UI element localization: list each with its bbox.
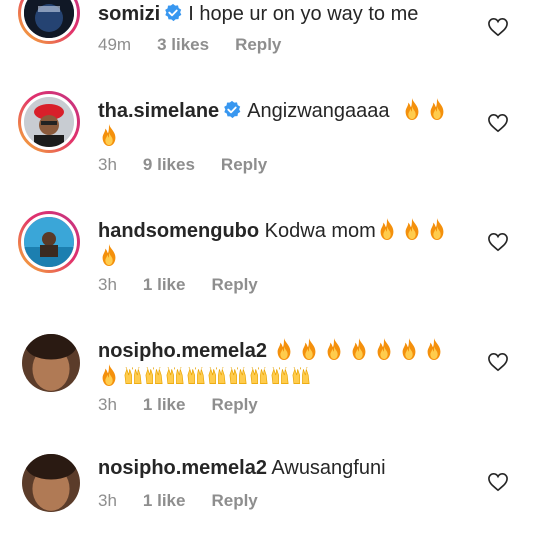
raised-hands-emoji-icon [144,366,165,386]
raised-hands-emoji-icon [249,366,270,386]
comment-text: Kodwa mom [264,220,376,242]
comment-username[interactable]: nosipho.memela2 [98,340,267,362]
reply-button[interactable]: Reply [221,155,267,174]
avatar[interactable] [18,0,80,44]
avatar[interactable] [22,334,80,392]
fire-emoji-icon [273,337,295,361]
comment-text: I hope ur on yo way to me [188,3,419,25]
comment-time: 3h [98,491,117,510]
avatar-image [24,217,74,267]
likes-count[interactable]: 1 like [143,275,186,294]
fire-emoji-icon [401,217,423,241]
comment-username[interactable]: nosipho.memela2 [98,457,267,479]
comment-time: 3h [98,155,117,174]
avatar[interactable] [18,91,80,153]
reply-button[interactable]: Reply [235,35,281,54]
fire-emoji-icon [373,337,395,361]
fire-emoji-icon [98,123,120,147]
raised-hands-emoji-icon [270,366,291,386]
fire-emoji-icon [98,243,120,267]
raised-hands-emoji-icon [123,366,144,386]
avatar[interactable] [22,454,80,512]
heart-outline-icon[interactable] [487,113,509,133]
likes-count[interactable]: 1 like [143,491,186,510]
fire-emoji-icon [398,337,420,361]
reply-button[interactable]: Reply [211,275,257,294]
verified-badge-icon [222,100,242,120]
comment-username[interactable]: handsomengubo [98,220,259,242]
comment-time: 3h [98,395,117,414]
reply-button[interactable]: Reply [211,395,257,414]
fire-emoji-icon [348,337,370,361]
raised-hands-emoji-icon [228,366,249,386]
raised-hands-emoji-icon [186,366,207,386]
avatar[interactable] [18,211,80,273]
comment-meta: 49m 3 likes Reply [98,35,307,55]
fire-emoji-icon [98,363,120,387]
heart-outline-icon[interactable] [487,352,509,372]
fire-emoji-icon [426,217,448,241]
avatar-image [24,97,74,147]
comment-meta: 3h 9 likes Reply [98,155,293,175]
fire-emoji-icon [426,97,448,121]
comment-time: 49m [98,35,132,54]
heart-outline-icon[interactable] [487,17,509,37]
heart-outline-icon[interactable] [487,472,509,492]
fire-emoji-icon [376,217,398,241]
fire-emoji-icon [401,97,423,121]
avatar-image [22,334,80,392]
comment-time: 3h [98,275,117,294]
reply-button[interactable]: Reply [211,491,257,510]
fire-emoji-icon [323,337,345,361]
avatar-image [24,0,74,38]
comment-username[interactable]: tha.simelane [98,100,219,122]
raised-hands-emoji-icon [291,366,312,386]
comment-meta: 3h 1 like Reply [98,395,284,415]
avatar-image [22,454,80,512]
comment-text: Awusangfuni [271,457,386,479]
raised-hands-emoji-icon [207,366,228,386]
comment-meta: 3h 1 like Reply [98,491,284,511]
verified-badge-icon [163,3,183,23]
raised-hands-emoji-icon [165,366,186,386]
comment-text: Angizwangaaaa [247,100,390,122]
heart-outline-icon[interactable] [487,232,509,252]
likes-count[interactable]: 9 likes [143,155,195,174]
comment-username[interactable]: somizi [98,3,160,25]
likes-count[interactable]: 1 like [143,395,186,414]
likes-count[interactable]: 3 likes [157,35,209,54]
fire-emoji-icon [298,337,320,361]
fire-emoji-icon [423,337,445,361]
comment-meta: 3h 1 like Reply [98,275,284,295]
